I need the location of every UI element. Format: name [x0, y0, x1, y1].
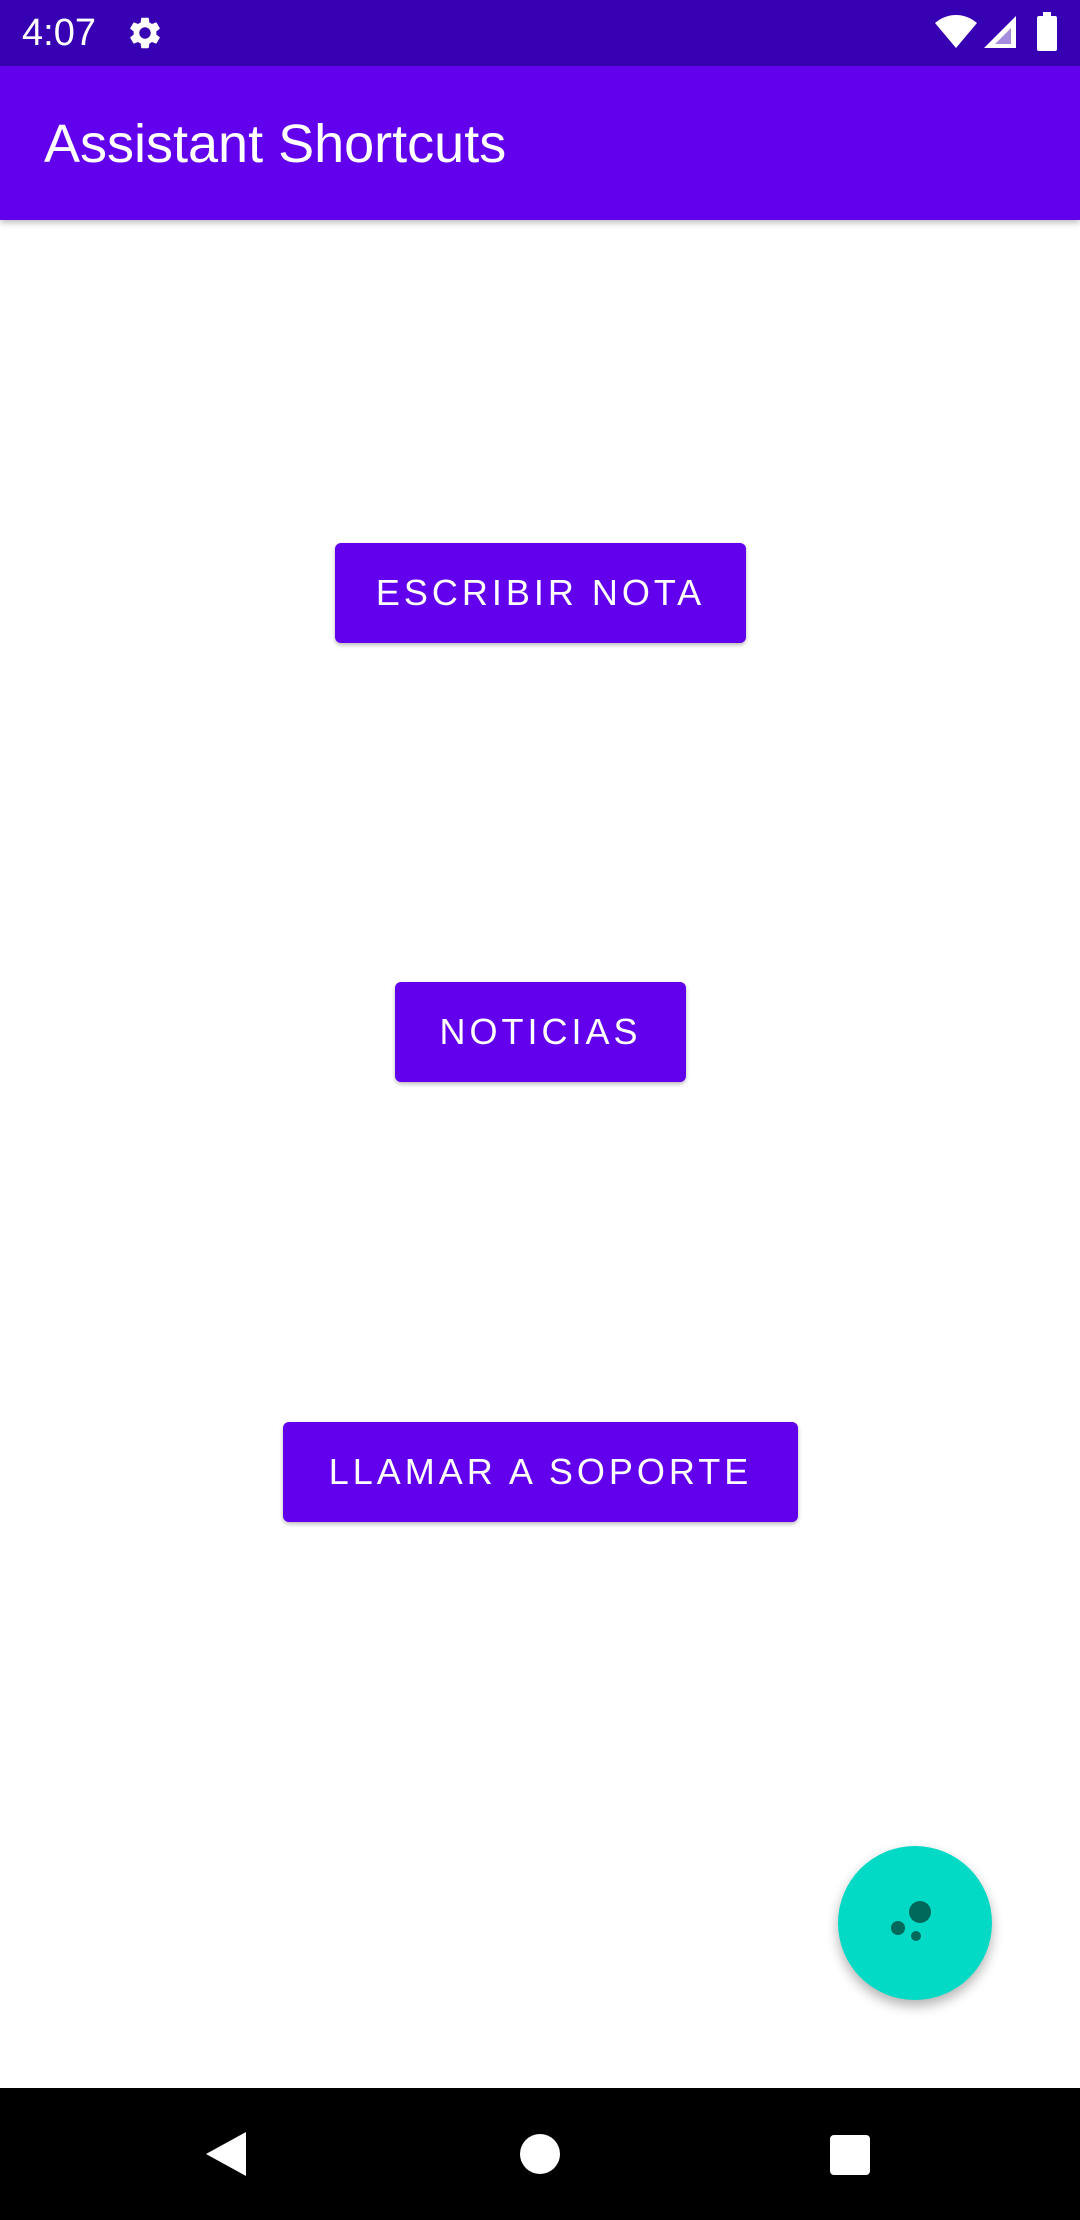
recents-icon[interactable]	[829, 2134, 871, 2176]
wifi-icon	[934, 14, 978, 50]
status-bar: 4:07	[0, 0, 1080, 66]
assistant-dots-icon	[891, 1901, 931, 1941]
page-title: Assistant Shortcuts	[44, 114, 507, 174]
llamar-a-soporte-button[interactable]: LLAMAR A SOPORTE	[283, 1422, 798, 1522]
signal-icon	[982, 14, 1018, 50]
app-screen: 4:07 Assistant Shortcuts ESCRIBIR NOTA N…	[0, 0, 1080, 2220]
app-bar: Assistant Shortcuts	[0, 66, 1080, 220]
home-icon[interactable]	[519, 2133, 561, 2175]
status-time: 4:07	[22, 12, 96, 54]
gear-icon	[126, 14, 164, 52]
floating-action-button[interactable]	[838, 1846, 992, 2000]
battery-icon	[1036, 12, 1058, 52]
back-icon[interactable]	[204, 2130, 248, 2178]
noticias-button[interactable]: NOTICIAS	[395, 982, 686, 1082]
navigation-bar	[0, 2088, 1080, 2220]
escribir-nota-button[interactable]: ESCRIBIR NOTA	[335, 543, 746, 643]
